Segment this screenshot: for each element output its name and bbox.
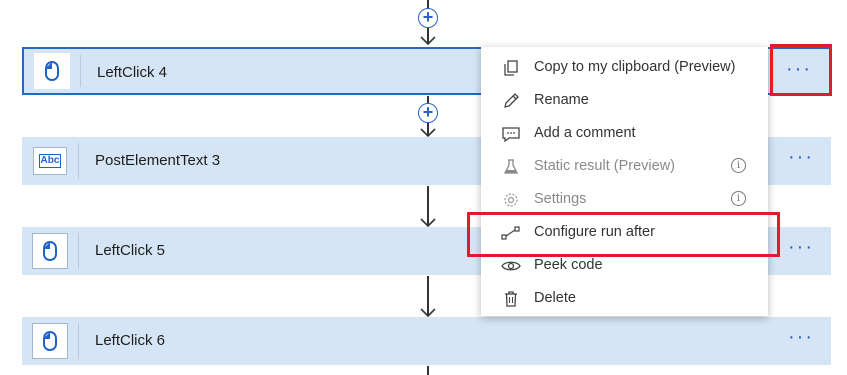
pencil-icon [504, 93, 519, 108]
arrow-down-icon [420, 128, 436, 137]
more-options-button[interactable]: ··· [781, 147, 821, 173]
copy-icon [504, 60, 518, 76]
card-title: LeftClick 6 [95, 332, 166, 349]
card-separator [78, 143, 79, 179]
menu-item-label: Configure run after [534, 224, 655, 240]
menu-item-label: Settings [534, 191, 587, 207]
card-title: LeftClick 5 [95, 242, 166, 259]
mouse-icon [43, 330, 57, 352]
arrow-down-icon [420, 218, 436, 227]
menu-item-label: Rename [534, 92, 589, 108]
info-icon[interactable]: i [731, 191, 746, 206]
arrow-down-icon [420, 308, 436, 317]
flask-icon [503, 159, 519, 174]
menu-item-label: Static result (Preview) [534, 158, 676, 174]
card-title: LeftClick 4 [97, 64, 168, 81]
menu-item-static-result[interactable]: Static result (Preview) i [481, 150, 768, 183]
add-step-button[interactable]: + [418, 8, 438, 28]
card-separator [80, 55, 81, 87]
menu-item-label: Delete [534, 290, 576, 306]
mouse-icon [45, 60, 59, 82]
info-icon[interactable]: i [731, 158, 746, 173]
trash-icon [505, 291, 517, 307]
gear-icon [504, 193, 518, 207]
card-separator [78, 323, 79, 359]
comment-icon [502, 127, 520, 143]
card-icon-box [22, 227, 78, 275]
action-card-leftclick-6[interactable]: LeftClick 6 ··· [22, 317, 831, 365]
menu-item-label: Add a comment [534, 125, 636, 141]
menu-item-add-comment[interactable]: Add a comment [481, 117, 768, 150]
menu-item-label: Copy to my clipboard (Preview) [534, 59, 736, 75]
mouse-icon [43, 240, 57, 262]
menu-item-peek-code[interactable]: Peek code [481, 249, 768, 282]
arrow-down-icon [420, 36, 436, 45]
card-icon-box [24, 49, 80, 93]
text-input-icon: Abc [39, 154, 61, 168]
card-title: PostElementText 3 [95, 152, 221, 169]
card-separator [78, 233, 79, 269]
more-options-button[interactable]: ··· [779, 59, 819, 85]
menu-item-label: Peek code [534, 257, 603, 273]
connector-line [427, 366, 429, 375]
menu-item-rename[interactable]: Rename [481, 84, 768, 117]
add-step-button[interactable]: + [418, 103, 438, 123]
more-options-button[interactable]: ··· [781, 327, 821, 353]
menu-item-copy-to-clipboard[interactable]: Copy to my clipboard (Preview) [481, 51, 768, 84]
card-icon-box [22, 317, 78, 365]
menu-item-settings[interactable]: Settings i [481, 183, 768, 216]
eye-icon [501, 261, 521, 271]
run-after-icon [501, 226, 520, 240]
menu-item-configure-run-after[interactable]: Configure run after [481, 216, 768, 249]
context-menu: Copy to my clipboard (Preview) Rename Ad… [481, 47, 768, 316]
menu-item-delete[interactable]: Delete [481, 282, 768, 315]
more-options-button[interactable]: ··· [781, 237, 821, 263]
card-icon-box: Abc [22, 137, 78, 185]
